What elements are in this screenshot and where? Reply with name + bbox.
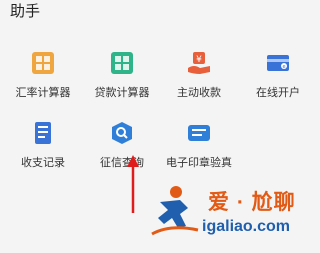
page-title: 助手 <box>10 3 41 20</box>
watermark-domain: igaliao.com <box>202 218 291 235</box>
svg-text:e: e <box>282 64 285 70</box>
tool-open-account[interactable]: e 在线开户 <box>240 50 316 100</box>
watermark: 爱 · 尬聊 igaliao.com <box>150 180 318 250</box>
red-arrow-annotation <box>127 155 139 213</box>
loan-calculator-icon <box>109 50 135 76</box>
tool-e-seal-verify[interactable]: 电子印章验真 <box>161 120 237 170</box>
tool-collect-money[interactable]: ¥ 主动收款 <box>161 50 237 100</box>
credit-check-icon <box>109 120 135 146</box>
tool-exchange-calculator[interactable]: 汇率计算器 <box>5 50 81 100</box>
tool-credit-check[interactable]: 征信查询 <box>84 120 160 170</box>
tool-label: 汇率计算器 <box>15 87 71 99</box>
tool-loan-calculator[interactable]: 贷款计算器 <box>84 50 160 100</box>
open-account-icon: e <box>265 50 291 76</box>
watermark-brand-cn: 爱 · 尬聊 <box>208 191 296 214</box>
tool-label: 贷款计算器 <box>94 87 150 99</box>
e-seal-verify-icon <box>186 120 212 146</box>
tool-records[interactable]: 收支记录 <box>5 120 81 170</box>
runner-logo-icon <box>151 186 199 236</box>
tool-label: 在线开户 <box>256 87 300 99</box>
tool-label: 主动收款 <box>177 87 221 99</box>
exchange-calculator-icon <box>30 50 56 76</box>
tool-label: 征信查询 <box>100 157 144 169</box>
tool-label: 收支记录 <box>21 157 65 169</box>
svg-text:¥: ¥ <box>196 55 202 65</box>
records-icon <box>30 120 56 146</box>
collect-money-icon: ¥ <box>186 50 212 76</box>
tool-label: 电子印章验真 <box>166 157 232 169</box>
